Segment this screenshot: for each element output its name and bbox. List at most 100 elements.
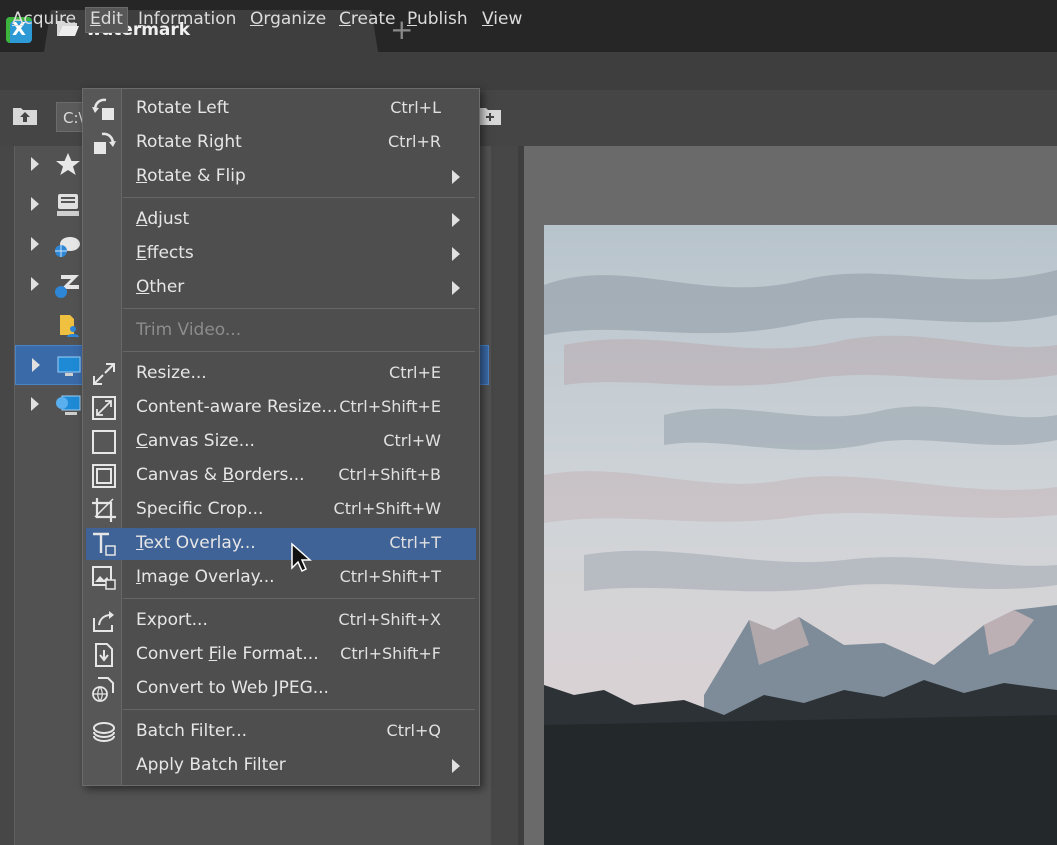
- menu-item-label: Export...: [136, 610, 208, 630]
- submenu-arrow-icon: [452, 213, 460, 227]
- menu-create-mnemonic: C: [339, 9, 351, 29]
- user-folder-icon: [53, 311, 83, 339]
- menu-item-trim-video: Trim Video...: [86, 315, 476, 347]
- menu-publish[interactable]: Publish: [403, 8, 472, 32]
- label-suffix: Rotate Left: [136, 98, 230, 118]
- menu-item-adjust[interactable]: Adjust: [86, 204, 476, 236]
- menu-item-shortcut: Ctrl+Shift+W: [333, 499, 441, 518]
- menu-item-image-overlay[interactable]: Image Overlay... Ctrl+Shift+T: [86, 562, 476, 594]
- menu-organize-label: rganize: [263, 9, 327, 29]
- menu-item-label: Adjust: [136, 209, 189, 229]
- menu-item-label: Other: [136, 277, 184, 297]
- label-mnemonic: O: [136, 277, 150, 297]
- rotate-left-icon: [91, 96, 117, 122]
- canvas-size-icon: [91, 429, 117, 455]
- menu-separator: [123, 308, 475, 309]
- menu-item-label: Content-aware Resize...: [136, 397, 338, 417]
- label-suffix: Apply Batch Filter: [136, 755, 286, 775]
- menu-edit[interactable]: Edit: [85, 7, 128, 33]
- menu-item-other[interactable]: Other: [86, 272, 476, 304]
- menu-item-export[interactable]: Export... Ctrl+Shift+X: [86, 605, 476, 637]
- canvas-borders-icon: [91, 463, 117, 489]
- menu-publish-mnemonic: P: [407, 9, 417, 29]
- menu-acquire[interactable]: Acquire: [8, 8, 80, 32]
- menu-separator: [123, 351, 475, 352]
- menu-information[interactable]: Information: [134, 8, 240, 32]
- menu-item-shortcut: Ctrl+Shift+F: [340, 644, 441, 663]
- submenu-arrow-icon: [452, 247, 460, 261]
- expand-arrow-icon[interactable]: [31, 157, 39, 171]
- menu-item-shortcut: Ctrl+Shift+X: [338, 610, 441, 629]
- menu-item-rotate-left[interactable]: Rotate Left Ctrl+L: [86, 93, 476, 125]
- desktop-icon: [54, 352, 84, 380]
- label-suffix: ext Overlay...: [143, 533, 256, 553]
- menu-separator: [123, 197, 475, 198]
- folder-up-icon[interactable]: [12, 104, 38, 130]
- menu-item-shortcut: Ctrl+T: [389, 533, 441, 552]
- expand-arrow-icon[interactable]: [31, 197, 39, 211]
- label-mnemonic: F: [208, 644, 218, 664]
- menu-separator: [123, 709, 475, 710]
- expand-arrow-icon[interactable]: [31, 237, 39, 251]
- menu-information-label: nformation: [143, 9, 237, 29]
- label-suffix: mage Overlay...: [141, 567, 275, 587]
- star-icon: [53, 151, 83, 179]
- menu-item-rotate-right[interactable]: Rotate Right Ctrl+R: [86, 127, 476, 159]
- label-suffix: Rotate Right: [136, 132, 242, 152]
- menu-item-label: Image Overlay...: [136, 567, 275, 587]
- menu-item-effects[interactable]: Effects: [86, 238, 476, 270]
- label-suffix: ffects: [146, 243, 194, 263]
- label-suffix: Specific Crop...: [136, 499, 264, 519]
- menu-organize-mnemonic: O: [250, 9, 264, 29]
- label-suffix: Resize...: [136, 363, 207, 383]
- menu-item-label: Apply Batch Filter: [136, 755, 286, 775]
- menu-item-batch-filter[interactable]: Batch Filter... Ctrl+Q: [86, 716, 476, 748]
- menu-item-content-aware-resize[interactable]: Content-aware Resize... Ctrl+Shift+E: [86, 392, 476, 424]
- menu-item-resize[interactable]: Resize... Ctrl+E: [86, 358, 476, 390]
- menu-organize[interactable]: Organize: [246, 8, 330, 32]
- edit-menu: Rotate Left Ctrl+L Rotate Right Ctrl+R R…: [82, 88, 480, 786]
- menu-create-label: reate: [350, 9, 396, 29]
- submenu-arrow-icon: [452, 281, 460, 295]
- menu-item-shortcut: Ctrl+L: [390, 98, 441, 117]
- menu-item-specific-crop[interactable]: Specific Crop... Ctrl+Shift+W: [86, 494, 476, 526]
- menu-item-label: Text Overlay...: [136, 533, 256, 553]
- expand-arrow-icon[interactable]: [32, 358, 40, 372]
- menu-item-convert-web-jpeg[interactable]: Convert to Web JPEG...: [86, 673, 476, 705]
- menu-item-canvas-borders[interactable]: Canvas & Borders... Ctrl+Shift+B: [86, 460, 476, 492]
- new-folder-icon[interactable]: [478, 104, 502, 130]
- label-suffix: ile Format...: [217, 644, 319, 664]
- menu-item-text-overlay[interactable]: Text Overlay... Ctrl+T: [86, 528, 476, 560]
- label-mnemonic: C: [136, 431, 148, 451]
- menu-item-apply-batch-filter[interactable]: Apply Batch Filter: [86, 750, 476, 782]
- menu-item-rotate-flip[interactable]: Rotate & Flip: [86, 161, 476, 193]
- label-suffix: orders...: [234, 465, 305, 485]
- label-suffix: ther: [149, 277, 185, 297]
- content-aware-resize-icon: [91, 395, 117, 421]
- expand-arrow-icon[interactable]: [31, 397, 39, 411]
- label-mnemonic: A: [136, 209, 148, 229]
- menu-item-shortcut: Ctrl+R: [388, 132, 441, 151]
- expand-arrow-icon[interactable]: [31, 277, 39, 291]
- network-icon: [53, 391, 83, 419]
- label-mnemonic: R: [136, 166, 148, 186]
- label-suffix: otate & Flip: [147, 166, 246, 186]
- convert-format-icon: [91, 642, 117, 668]
- menu-item-shortcut: Ctrl+E: [389, 363, 441, 382]
- menu-item-shortcut: Ctrl+W: [383, 431, 441, 450]
- menu-item-canvas-size[interactable]: Canvas Size... Ctrl+W: [86, 426, 476, 458]
- menu-item-label: Effects: [136, 243, 194, 263]
- export-icon: [91, 608, 117, 634]
- menu-publish-label: ublish: [416, 9, 468, 29]
- menu-item-convert-file-format[interactable]: Convert File Format... Ctrl+Shift+F: [86, 639, 476, 671]
- menu-view[interactable]: View: [478, 8, 526, 32]
- label-suffix: djust: [147, 209, 190, 229]
- label-suffix: Convert to Web JPEG...: [136, 678, 329, 698]
- label-suffix: Export...: [136, 610, 208, 630]
- menu-item-shortcut: Ctrl+Shift+B: [338, 465, 441, 484]
- label-prefix: Canvas &: [136, 465, 223, 485]
- label-mnemonic: E: [136, 243, 147, 263]
- batch-filter-icon: [91, 719, 117, 745]
- label-mnemonic: T: [136, 533, 144, 553]
- menu-create[interactable]: Create: [335, 8, 400, 32]
